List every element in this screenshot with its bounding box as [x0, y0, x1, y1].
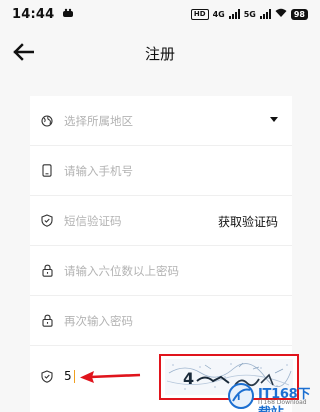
region-select[interactable]: 选择所属地区	[30, 96, 292, 146]
captcha-input-value: 5	[64, 369, 72, 383]
phone-placeholder: 请输入手机号	[64, 163, 133, 178]
battery-icon: 98	[290, 8, 308, 20]
phone-icon	[40, 164, 54, 178]
network-5g-label: 5G	[243, 9, 256, 19]
phone-field[interactable]: 请输入手机号	[30, 146, 292, 196]
watermark-text: IT168下载站	[258, 387, 311, 412]
svg-text:i: i	[237, 392, 240, 403]
sms-code-field[interactable]: 短信验证码 获取验证码	[30, 196, 292, 246]
globe-icon	[40, 114, 54, 128]
status-indicators: HD 4G 5G 98	[190, 8, 308, 20]
signal-icon	[228, 9, 240, 19]
text-caret	[73, 369, 75, 383]
lock-icon	[40, 264, 54, 278]
region-placeholder: 选择所属地区	[64, 113, 133, 128]
notification-icon	[62, 8, 74, 21]
captcha-char: 4	[183, 369, 194, 388]
header: 注册	[0, 34, 320, 70]
dropdown-arrow-icon	[270, 117, 278, 122]
signal-icon-2	[259, 9, 271, 19]
password-placeholder: 请输入六位数以上密码	[64, 263, 179, 278]
password-confirm-field[interactable]: 再次输入密码	[30, 296, 292, 346]
wifi-icon	[275, 8, 287, 20]
shield-check-icon	[40, 369, 54, 383]
password-field[interactable]: 请输入六位数以上密码	[30, 246, 292, 296]
hd-badge: HD	[190, 8, 209, 20]
password-confirm-placeholder: 再次输入密码	[64, 313, 133, 328]
page-title: 注册	[144, 45, 175, 63]
network-4g-label: 4G	[212, 9, 225, 19]
status-time: 14:44	[12, 6, 55, 22]
sms-code-placeholder: 短信验证码	[64, 213, 122, 228]
watermark-globe-icon: i	[228, 383, 254, 409]
get-code-button[interactable]: 获取验证码	[218, 213, 278, 230]
watermark-subtext: IT168 Download	[258, 399, 307, 406]
lock-icon	[40, 314, 54, 328]
shield-check-icon	[40, 214, 54, 228]
watermark-logo: i IT168下载站 IT168 Download	[226, 380, 320, 412]
annotation-arrow-icon	[80, 371, 141, 383]
status-bar: 14:44 HD 4G 5G 98	[0, 0, 320, 28]
